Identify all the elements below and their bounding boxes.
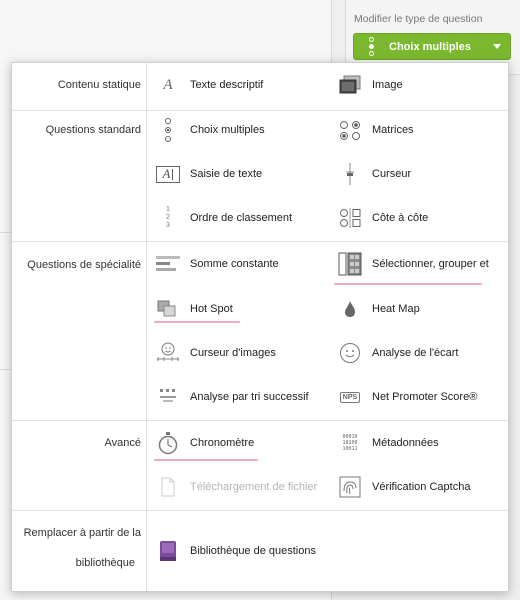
menu-item-label: Bibliothèque de questions — [190, 545, 316, 557]
maxdiff-icon — [155, 384, 181, 410]
menu-item-label: Curseur d'images — [190, 347, 276, 359]
section-divider — [12, 110, 508, 111]
library-book-icon — [155, 538, 181, 564]
menu-item-label: Analyse de l'écart — [372, 347, 459, 359]
smiley-icon — [337, 340, 363, 366]
menu-item-maxdiff[interactable]: Analyse par tri successif — [155, 379, 335, 415]
menu-item-label: Texte descriptif — [190, 79, 264, 91]
highlight-underline — [334, 283, 482, 285]
multiple-choice-icon — [366, 37, 376, 56]
stopwatch-icon — [155, 430, 181, 456]
menu-item-file-upload[interactable]: Téléchargement de fichier — [155, 469, 335, 505]
rank-order-icon: 1 2 3 — [155, 205, 181, 231]
highlight-underline — [154, 321, 240, 323]
menu-item-graphic-slider[interactable]: Curseur d'images — [155, 335, 335, 371]
menu-item-label: Choix multiples — [190, 124, 265, 136]
menu-item-slider[interactable]: Curseur — [337, 156, 507, 192]
menu-item-timing[interactable]: Chronomètre — [155, 425, 335, 461]
section-divider — [12, 241, 508, 242]
menu-item-label: Matrices — [372, 124, 414, 136]
category-static-content: Contenu statique — [57, 79, 141, 91]
binary-meta-icon-text: 00010 10100 10011 — [342, 434, 358, 452]
question-type-menu: Contenu statique Questions standard Ques… — [11, 62, 509, 592]
menu-item-pick-group-rank[interactable]: Sélectionner, grouper et — [337, 246, 509, 282]
question-type-label: Modifier le type de question — [354, 13, 483, 25]
section-divider — [12, 510, 508, 511]
menu-item-gap-analysis[interactable]: Analyse de l'écart — [337, 335, 507, 371]
menu-item-label: Analyse par tri successif — [190, 391, 309, 403]
category-library-line2: bibliothèque — [75, 557, 135, 569]
menu-item-matrix[interactable]: Matrices — [337, 112, 507, 148]
menu-item-side-by-side[interactable]: Côte à côte — [337, 200, 507, 236]
italic-a-icon: A — [163, 76, 173, 93]
menu-item-label: Chronomètre — [190, 437, 255, 449]
menu-item-captcha[interactable]: Vérification Captcha — [337, 469, 507, 505]
menu-item-label: Net Promoter Score® — [372, 391, 478, 403]
radio-list-icon — [155, 117, 181, 143]
category-advanced: Avancé — [104, 437, 142, 449]
chevron-down-icon — [493, 44, 501, 49]
nps-icon-text: NPS — [339, 391, 361, 403]
menu-item-label: Curseur — [372, 168, 412, 180]
menu-item-label: Côte à côte — [372, 212, 429, 224]
flame-icon — [337, 296, 363, 322]
menu-item-label: Téléchargement de fichier — [190, 481, 318, 493]
category-library-line1: Remplacer à partir de la — [23, 527, 141, 539]
menu-item-text-entry[interactable]: A Saisie de texte — [155, 156, 335, 192]
menu-item-label: Hot Spot — [190, 303, 233, 315]
section-divider — [12, 420, 508, 421]
category-specialty-questions: Questions de spécialité — [27, 259, 141, 271]
text-entry-icon-letter: A — [162, 166, 171, 181]
menu-item-label: Vérification Captcha — [372, 481, 471, 493]
menu-item-label: Somme constante — [190, 258, 279, 270]
text-entry-icon: A — [155, 161, 181, 187]
image-icon — [337, 72, 363, 98]
menu-item-heat-map[interactable]: Heat Map — [337, 291, 507, 327]
menu-item-image[interactable]: Image — [337, 67, 507, 103]
question-type-value: Choix multiples — [389, 40, 471, 53]
menu-item-label: Saisie de texte — [190, 168, 263, 180]
category-library: Remplacer à partir de la bibliothèque — [24, 518, 141, 578]
menu-item-label: Métadonnées — [372, 437, 439, 449]
highlight-underline — [154, 459, 258, 461]
menu-item-question-library[interactable]: Bibliothèque de questions — [155, 533, 355, 569]
menu-item-label: Image — [372, 79, 403, 91]
side-by-side-icon — [337, 205, 363, 231]
question-type-dropdown[interactable]: Choix multiples — [353, 33, 511, 60]
fingerprint-icon — [337, 474, 363, 500]
category-divider — [146, 63, 147, 591]
menu-item-label: Heat Map — [372, 303, 420, 315]
constant-sum-icon — [155, 251, 181, 277]
category-standard-questions: Questions standard — [45, 124, 141, 136]
menu-item-label: Ordre de classement — [190, 212, 293, 224]
menu-item-nps[interactable]: NPS Net Promoter Score® — [337, 379, 507, 415]
menu-item-constant-sum[interactable]: Somme constante — [155, 246, 335, 282]
graphic-slider-icon — [155, 340, 181, 366]
matrix-icon — [337, 117, 363, 143]
menu-item-descriptive-text[interactable]: A Texte descriptif — [155, 67, 335, 103]
menu-item-label: Sélectionner, grouper et — [372, 258, 489, 270]
binary-meta-icon: 00010 10100 10011 — [337, 430, 363, 456]
nps-icon: NPS — [337, 384, 363, 410]
hot-spot-icon — [155, 296, 181, 322]
slider-icon — [337, 161, 363, 187]
document-icon — [155, 474, 181, 500]
menu-item-multiple-choice[interactable]: Choix multiples — [155, 112, 335, 148]
rank-order-icon-numbers: 1 2 3 — [166, 206, 170, 229]
menu-item-rank-order[interactable]: 1 2 3 Ordre de classement — [155, 200, 335, 236]
menu-item-meta-info[interactable]: 00010 10100 10011 Métadonnées — [337, 425, 507, 461]
pick-group-rank-icon — [337, 251, 363, 277]
